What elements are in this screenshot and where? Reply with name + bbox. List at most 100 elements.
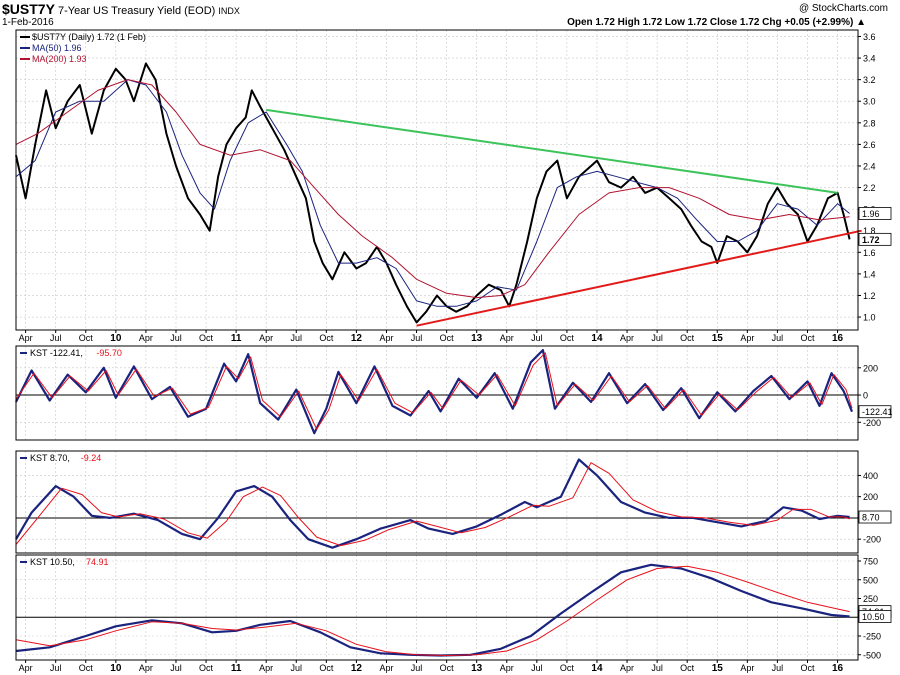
x-tick-label: 10	[110, 333, 122, 344]
series-ma200-line	[15, 79, 850, 299]
y-tick-label: 400	[863, 471, 878, 481]
y-tick-label: 0	[863, 391, 868, 401]
value-tag-label: -122.41	[862, 407, 893, 417]
series-kst-line	[15, 563, 850, 657]
x-tick-label: Apr	[379, 333, 393, 343]
y-tick-label: 2.6	[863, 140, 876, 150]
x-tick-label: Apr	[19, 663, 33, 673]
y-tick-label: 200	[863, 363, 878, 373]
y-tick-label: 250	[863, 594, 878, 604]
x-tick-label: Jul	[411, 333, 423, 343]
series-signal-line	[15, 462, 850, 547]
y-tick-label: -200	[863, 535, 881, 545]
legend-entry: MA(200) 1.93	[32, 54, 87, 64]
legend-entry: $UST7Y (Daily) 1.72 (1 Feb)	[32, 32, 146, 42]
series-resistance-line	[266, 108, 838, 194]
x-tick-label: Oct	[199, 333, 214, 343]
x-tick-label: 11	[231, 333, 242, 344]
x-tick-label: Apr	[500, 663, 514, 673]
kst-signal-label: -9.24	[81, 453, 102, 463]
x-tick-label: Oct	[319, 333, 334, 343]
x-tick-label: Jul	[772, 663, 784, 673]
x-tick-label: Jul	[50, 663, 62, 673]
x-tick-label: Oct	[440, 333, 455, 343]
x-tick-label: Apr	[259, 333, 273, 343]
x-tick-label: Apr	[259, 663, 273, 673]
x-tick-label: Oct	[440, 663, 455, 673]
series-kst-line	[15, 458, 850, 549]
kst-label: KST 10.50,	[30, 557, 75, 567]
x-tick-label: 12	[351, 333, 363, 344]
x-tick-label: Jul	[411, 663, 423, 673]
kst-label: KST -122.41,	[30, 348, 83, 358]
x-tick-label: Jul	[772, 333, 784, 343]
x-tick-label: Oct	[800, 333, 815, 343]
y-tick-label: 3.6	[863, 32, 876, 42]
x-tick-label: Oct	[800, 663, 815, 673]
chart-svg: 3.63.43.23.02.82.62.42.22.01.81.61.41.21…	[15, 29, 893, 674]
panel-border	[15, 345, 859, 441]
y-tick-label: 500	[863, 575, 878, 585]
x-tick-label: Apr	[620, 663, 634, 673]
x-tick-label: Oct	[680, 333, 695, 343]
y-tick-label: -500	[863, 650, 881, 660]
y-tick-label: 750	[863, 557, 878, 567]
x-tick-label: Apr	[379, 663, 393, 673]
kst-signal-label: -95.70	[96, 348, 122, 358]
x-tick-label: Oct	[680, 663, 695, 673]
y-tick-label: 2.8	[863, 118, 876, 128]
x-tick-label: Apr	[19, 333, 33, 343]
legend-entry: MA(50) 1.96	[32, 43, 82, 53]
x-tick-label: Jul	[291, 333, 303, 343]
x-tick-label: Apr	[740, 663, 754, 673]
x-tick-label: Jul	[531, 333, 543, 343]
y-tick-label: 1.6	[863, 248, 876, 258]
series-price-line	[15, 62, 851, 324]
x-tick-label: Apr	[620, 333, 634, 343]
x-tick-label: 11	[231, 663, 242, 674]
y-tick-label: 1.2	[863, 291, 876, 301]
y-tick-label: 2.2	[863, 183, 876, 193]
y-tick-label: 3.4	[863, 54, 876, 64]
x-tick-label: 15	[712, 333, 724, 344]
series-signal-line	[15, 352, 853, 430]
x-tick-label: Oct	[199, 663, 214, 673]
x-tick-label: Oct	[79, 663, 94, 673]
x-tick-label: Oct	[560, 663, 575, 673]
value-tag-label: 10.50	[862, 612, 885, 622]
x-tick-label: Apr	[500, 333, 514, 343]
x-tick-label: 13	[471, 663, 483, 674]
x-tick-label: Oct	[79, 333, 94, 343]
panel-border	[15, 554, 859, 661]
y-tick-label: 1.0	[863, 313, 876, 323]
y-tick-label: 200	[863, 492, 878, 502]
y-tick-label: -200	[863, 418, 881, 428]
x-tick-label: Apr	[740, 333, 754, 343]
y-tick-label: 1.4	[863, 269, 876, 279]
x-tick-label: 15	[712, 663, 724, 674]
x-tick-label: Jul	[651, 663, 663, 673]
x-tick-label: 14	[591, 663, 603, 674]
x-tick-label: Jul	[291, 663, 303, 673]
x-tick-label: Jul	[170, 663, 182, 673]
x-tick-label: Apr	[139, 663, 153, 673]
panel-border	[15, 450, 859, 554]
value-tag-label: 1.72	[862, 235, 880, 245]
x-tick-label: Oct	[560, 333, 575, 343]
x-tick-label: 16	[832, 333, 844, 344]
x-tick-label: Jul	[170, 333, 182, 343]
value-tag-label: 8.70	[862, 513, 880, 523]
series-ma50-line	[15, 79, 850, 307]
x-tick-label: Oct	[319, 663, 334, 673]
x-tick-label: 14	[591, 333, 603, 344]
x-tick-label: Jul	[651, 333, 663, 343]
kst-signal-label: 74.91	[86, 557, 109, 567]
y-tick-label: 3.2	[863, 75, 876, 85]
x-tick-label: Apr	[139, 333, 153, 343]
value-tag-label: 1.96	[862, 209, 880, 219]
x-tick-label: 10	[110, 663, 122, 674]
x-tick-label: 12	[351, 663, 363, 674]
y-tick-label: 2.4	[863, 161, 876, 171]
x-tick-label: 13	[471, 333, 483, 344]
y-tick-label: 3.0	[863, 97, 876, 107]
